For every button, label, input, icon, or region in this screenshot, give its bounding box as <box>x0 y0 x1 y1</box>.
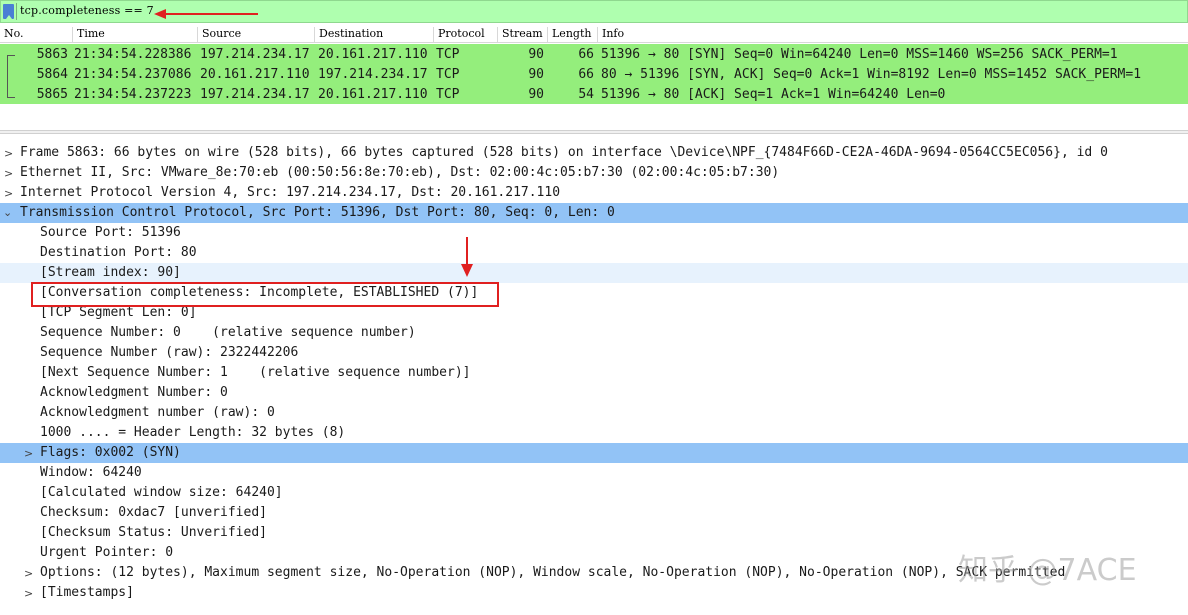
packet-destination: 20.161.217.110 <box>318 47 428 62</box>
packet-time: 21:34:54.228386 <box>74 47 192 62</box>
chevron-down-icon[interactable]: ⌄ <box>3 206 12 219</box>
column-header-destination[interactable]: Destination <box>314 27 433 42</box>
tcp-field-stream-index[interactable]: [Stream index: 90] <box>0 263 1188 283</box>
packet-length: 66 <box>578 47 594 62</box>
tcp-field-checksum-status[interactable]: [Checksum Status: Unverified] <box>0 523 1188 543</box>
filter-separator <box>16 3 17 20</box>
annotation-highlight-box <box>31 282 499 307</box>
packet-destination: 20.161.217.110 <box>318 87 428 102</box>
tree-item-label: Sequence Number (raw): 2322442206 <box>40 345 299 360</box>
packet-source: 197.214.234.17 <box>200 47 310 62</box>
column-header-source[interactable]: Source <box>197 27 314 42</box>
annotation-arrow-down <box>461 237 473 277</box>
packet-info: 80 → 51396 [SYN, ACK] Seq=0 Ack=1 Win=81… <box>601 67 1142 82</box>
tree-item-label: Acknowledgment number (raw): 0 <box>40 405 275 420</box>
related-packet-bracket <box>7 55 8 97</box>
tcp-field-source-port[interactable]: Source Port: 51396 <box>0 223 1188 243</box>
packet-no: 5863 <box>36 47 68 62</box>
packet-stream: 90 <box>528 87 544 102</box>
packet-protocol: TCP <box>436 67 460 82</box>
tcp-field-window[interactable]: Window: 64240 <box>0 463 1188 483</box>
tree-item-tcp[interactable]: ⌄ Transmission Control Protocol, Src Por… <box>0 203 1188 223</box>
packet-protocol: TCP <box>436 87 460 102</box>
chevron-right-icon[interactable]: > <box>24 567 33 580</box>
tcp-field-destination-port[interactable]: Destination Port: 80 <box>0 243 1188 263</box>
chevron-right-icon[interactable]: > <box>24 447 33 460</box>
related-packet-bracket-top <box>7 55 15 56</box>
tree-item-label: Source Port: 51396 <box>40 225 181 240</box>
column-header-protocol[interactable]: Protocol <box>433 27 497 42</box>
packet-row[interactable]: 5864 21:34:54.237086 20.161.217.110 197.… <box>0 64 1188 84</box>
tree-item-label: Frame 5863: 66 bytes on wire (528 bits),… <box>20 145 1108 160</box>
column-header-length[interactable]: Length <box>547 27 597 42</box>
annotation-arrow-filter <box>154 9 258 19</box>
chevron-right-icon[interactable]: > <box>4 147 13 160</box>
tree-item-label: Sequence Number: 0 (relative sequence nu… <box>40 325 416 340</box>
tree-item-label: [Next Sequence Number: 1 (relative seque… <box>40 365 471 380</box>
tcp-field-next-sequence-number[interactable]: [Next Sequence Number: 1 (relative seque… <box>0 363 1188 383</box>
packet-info: 51396 → 80 [SYN] Seq=0 Win=64240 Len=0 M… <box>601 47 1118 62</box>
tree-item-label: Destination Port: 80 <box>40 245 197 260</box>
tree-item-label: Internet Protocol Version 4, Src: 197.21… <box>20 185 561 200</box>
tcp-field-sequence-number-raw[interactable]: Sequence Number (raw): 2322442206 <box>0 343 1188 363</box>
packet-protocol: TCP <box>436 47 460 62</box>
packet-list-header: No. Time Source Destination Protocol Str… <box>0 24 1188 43</box>
chevron-right-icon[interactable]: > <box>4 167 13 180</box>
tree-item-label: Transmission Control Protocol, Src Port:… <box>20 205 615 220</box>
filter-input[interactable]: tcp.completeness == 7 <box>20 4 154 17</box>
related-packet-bracket-bottom <box>7 97 15 98</box>
column-header-no[interactable]: No. <box>0 27 72 42</box>
packet-length: 66 <box>578 67 594 82</box>
bookmark-icon[interactable] <box>3 4 14 19</box>
tcp-field-checksum[interactable]: Checksum: 0xdac7 [unverified] <box>0 503 1188 523</box>
packet-stream: 90 <box>528 67 544 82</box>
packet-time: 21:34:54.237223 <box>74 87 192 102</box>
tcp-field-calculated-window[interactable]: [Calculated window size: 64240] <box>0 483 1188 503</box>
packet-no: 5865 <box>36 87 68 102</box>
tree-item-label: Checksum: 0xdac7 [unverified] <box>40 505 267 520</box>
pane-splitter[interactable] <box>0 130 1188 134</box>
packet-row[interactable]: 5865 21:34:54.237223 197.214.234.17 20.1… <box>0 84 1188 104</box>
packet-stream: 90 <box>528 47 544 62</box>
packet-info: 51396 → 80 [ACK] Seq=1 Ack=1 Win=64240 L… <box>601 87 946 102</box>
tcp-field-flags[interactable]: > Flags: 0x002 (SYN) <box>0 443 1188 463</box>
tree-item-label: [Stream index: 90] <box>40 265 181 280</box>
packet-destination: 197.214.234.17 <box>318 67 428 82</box>
tree-item-label: Acknowledgment Number: 0 <box>40 385 228 400</box>
watermark: 知乎 @7ACE <box>958 553 1137 588</box>
packet-time: 21:34:54.237086 <box>74 67 192 82</box>
tree-item-label: Ethernet II, Src: VMware_8e:70:eb (00:50… <box>20 165 780 180</box>
tree-item-label: [TCP Segment Len: 0] <box>40 305 197 320</box>
tcp-field-ack-number[interactable]: Acknowledgment Number: 0 <box>0 383 1188 403</box>
column-header-info[interactable]: Info <box>597 27 1188 42</box>
column-header-stream[interactable]: Stream <box>497 27 547 42</box>
tree-item-label: Urgent Pointer: 0 <box>40 545 174 560</box>
tree-item-frame[interactable]: > Frame 5863: 66 bytes on wire (528 bits… <box>0 143 1188 163</box>
tree-item-ethernet[interactable]: > Ethernet II, Src: VMware_8e:70:eb (00:… <box>0 163 1188 183</box>
packet-length: 54 <box>578 87 594 102</box>
column-header-time[interactable]: Time <box>72 27 197 42</box>
tree-item-label: [Timestamps] <box>40 585 134 600</box>
chevron-right-icon[interactable]: > <box>24 587 33 600</box>
tree-item-label: [Calculated window size: 64240] <box>40 485 283 500</box>
tree-item-label: 1000 .... = Header Length: 32 bytes (8) <box>40 425 346 440</box>
tree-item-ip[interactable]: > Internet Protocol Version 4, Src: 197.… <box>0 183 1188 203</box>
packet-source: 197.214.234.17 <box>200 87 310 102</box>
tcp-field-sequence-number[interactable]: Sequence Number: 0 (relative sequence nu… <box>0 323 1188 343</box>
chevron-right-icon[interactable]: > <box>4 187 13 200</box>
tcp-field-ack-number-raw[interactable]: Acknowledgment number (raw): 0 <box>0 403 1188 423</box>
packet-row[interactable]: 5863 21:34:54.228386 197.214.234.17 20.1… <box>0 44 1188 64</box>
packet-source: 20.161.217.110 <box>200 67 310 82</box>
tree-item-label: Flags: 0x002 (SYN) <box>40 445 181 460</box>
tcp-field-header-length[interactable]: 1000 .... = Header Length: 32 bytes (8) <box>0 423 1188 443</box>
tree-item-label: [Checksum Status: Unverified] <box>40 525 267 540</box>
tree-item-label: Window: 64240 <box>40 465 142 480</box>
packet-no: 5864 <box>36 67 68 82</box>
tree-item-label: Options: (12 bytes), Maximum segment siz… <box>40 565 1066 580</box>
